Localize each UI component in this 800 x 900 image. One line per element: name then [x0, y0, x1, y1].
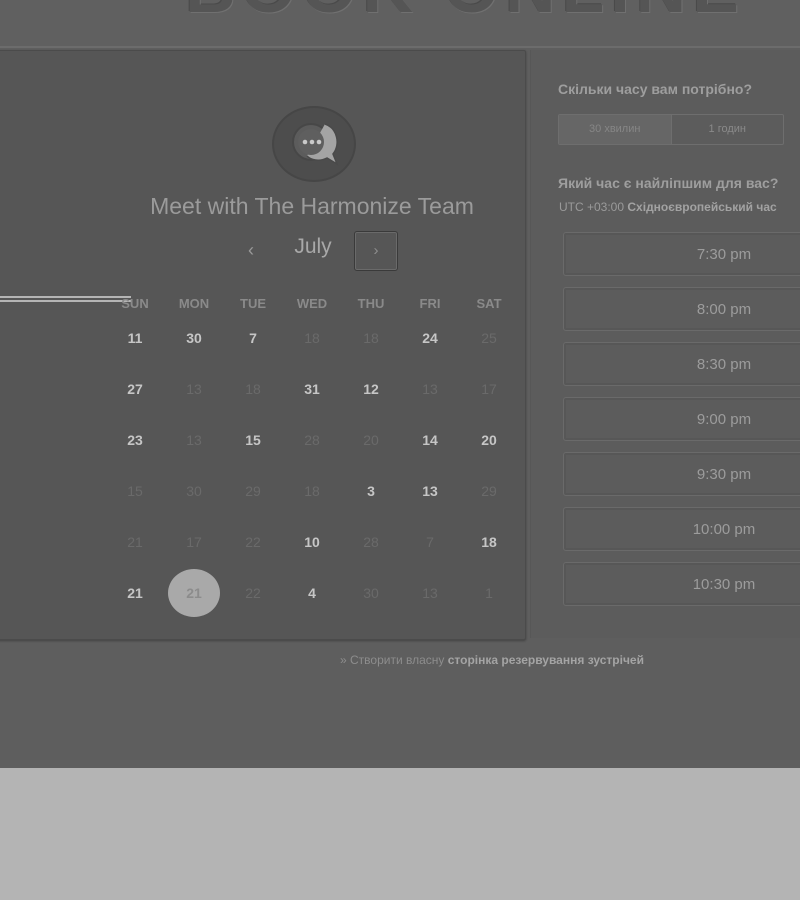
calendar-day: 29	[481, 483, 497, 499]
calendar-day: 22	[245, 585, 261, 601]
weekday-3: WED	[296, 296, 328, 311]
next-month-button[interactable]: ›	[354, 231, 398, 271]
calendar-day[interactable]: 20	[469, 428, 509, 452]
calendar-day: 20	[363, 432, 379, 448]
calendar-day: 29	[245, 483, 261, 499]
prev-month-button[interactable]: ‹	[237, 236, 265, 264]
time-slot-button[interactable]: 8:00 pm	[563, 287, 800, 331]
calendar-day[interactable]: 24	[410, 326, 450, 350]
time-slot-label: 9:00 pm	[696, 411, 752, 428]
time-slot-button[interactable]: 7:30 pm	[563, 232, 800, 276]
calendar-day: 15	[127, 483, 143, 499]
calendar-day: 1	[485, 585, 493, 601]
month-navigation: ‹ July ›	[237, 231, 407, 271]
calendar-day[interactable]: 31	[292, 377, 332, 401]
calendar-day: 21	[127, 534, 143, 550]
duration-1-hour-button[interactable]: 1 годин	[670, 115, 784, 144]
time-slot-label: 7:30 pm	[696, 246, 752, 263]
calendar-day[interactable]: 13	[410, 479, 450, 503]
time-slot-label: 10:00 pm	[692, 521, 756, 538]
calendar-day: 30	[363, 585, 379, 601]
calendar-day: 13	[422, 585, 438, 601]
weekday-2: TUE	[240, 296, 266, 311]
calendar-day: 28	[363, 534, 379, 550]
create-booking-page-link[interactable]: » Створити власну сторінка резервування …	[340, 653, 644, 667]
calendar-day: 22	[245, 534, 261, 550]
weekday-4: THU	[357, 296, 385, 311]
time-slot-label: 9:30 pm	[696, 466, 752, 483]
calendar-day[interactable]: 15	[233, 428, 273, 452]
calendar-day: 17	[186, 534, 202, 550]
calendar-day: 7	[426, 534, 434, 550]
calendar-day[interactable]: 4	[292, 581, 332, 605]
time-slot-button[interactable]: 8:30 pm	[563, 342, 800, 386]
page: BOOK ONLINE Meet with The Harmonize Team…	[0, 0, 800, 768]
calendar-day[interactable]: 11	[115, 326, 155, 350]
time-slot-button[interactable]: 10:00 pm	[563, 507, 800, 551]
time-slot-label: 8:00 pm	[696, 301, 752, 318]
time-slot-button[interactable]: 9:00 pm	[563, 397, 800, 441]
calendar-day[interactable]: 14	[410, 428, 450, 452]
calendar-day: 25	[481, 330, 497, 346]
footer-link-text[interactable]: сторінка резервування зустрічей	[448, 653, 644, 667]
chat-bubble-icon	[292, 123, 339, 166]
divider-lines	[0, 296, 131, 308]
weekday-6: SAT	[476, 296, 502, 311]
timezone-label[interactable]: UTC +03:00 Східноєвропейський час	[559, 200, 777, 214]
calendar-day[interactable]: 30	[174, 326, 214, 350]
header-banner: BOOK ONLINE	[0, 0, 800, 48]
avatar	[272, 106, 356, 182]
calendar-day: 28	[304, 432, 320, 448]
time-question: Який час є найліпшим для вас?	[558, 175, 779, 191]
logo: BOOK ONLINE	[185, 0, 745, 28]
timezone-name: Східноєвропейський час	[627, 200, 777, 214]
calendar-day: 13	[186, 432, 202, 448]
selected-day[interactable]: 21	[168, 569, 220, 617]
calendar-day: 13	[422, 381, 438, 397]
timezone-offset: UTC +03:00	[559, 200, 625, 214]
time-slot-label: 10:30 pm	[692, 576, 756, 593]
calendar-day: 30	[186, 483, 202, 499]
time-slot-button[interactable]: 9:30 pm	[563, 452, 800, 496]
time-slot-label: 8:30 pm	[696, 356, 752, 373]
calendar-day[interactable]: 12	[351, 377, 391, 401]
calendar-panel: Meet with The Harmonize Team ‹ July › SU…	[0, 50, 526, 640]
footer-prefix: » Створити власну	[340, 653, 445, 667]
calendar-day: 18	[245, 381, 261, 397]
booking-options-panel: Скільки часу вам потрібно? 30 хвилин 1 г…	[530, 50, 800, 638]
weekday-0: SUN	[121, 296, 149, 311]
time-slot-button[interactable]: 10:30 pm	[563, 562, 800, 606]
duration-selector: 30 хвилин 1 годин	[558, 114, 784, 145]
weekday-5: FRI	[419, 296, 441, 311]
calendar-day: 18	[304, 483, 320, 499]
calendar-day: 18	[363, 330, 379, 346]
calendar-day[interactable]: 10	[292, 530, 332, 554]
calendar-day: 17	[481, 381, 497, 397]
calendar-day: 18	[304, 330, 320, 346]
calendar-day[interactable]: 23	[115, 428, 155, 452]
month-label: July	[294, 235, 332, 258]
calendar-day[interactable]: 3	[351, 479, 391, 503]
calendar-day: 13	[186, 381, 202, 397]
calendar-day[interactable]: 27	[115, 377, 155, 401]
calendar-day[interactable]: 21	[115, 581, 155, 605]
calendar-day[interactable]: 7	[233, 326, 273, 350]
duration-30-min-button[interactable]: 30 хвилин	[559, 115, 671, 144]
weekday-1: MON	[178, 296, 210, 311]
duration-question: Скільки часу вам потрібно?	[558, 81, 753, 97]
calendar-day[interactable]: 18	[469, 530, 509, 554]
